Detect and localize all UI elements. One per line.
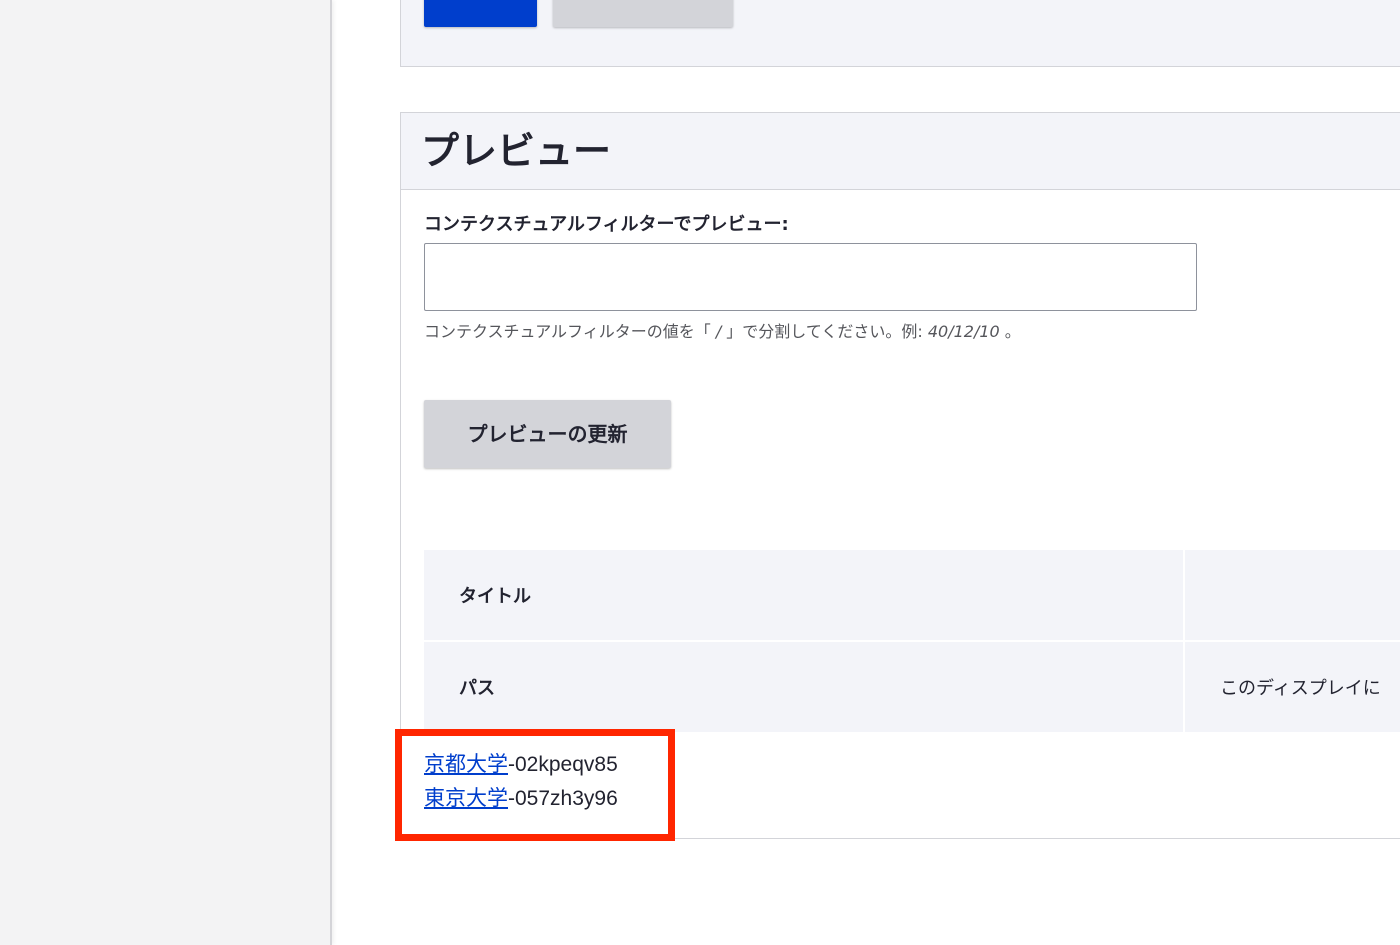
preview-header: プレビュー [401,113,1400,190]
left-sidebar [0,0,332,945]
help-example: 40/12/10 [927,322,1000,341]
help-separator: / [710,322,727,341]
result-link-tokyo[interactable]: 東京大学 [424,787,508,810]
table-row-path: パス このディスプレイに [424,641,1400,732]
update-preview-button[interactable]: プレビューの更新 [424,400,671,468]
help-text-prefix: コンテクスチュアルフィルターの値を「 [424,322,711,341]
table-row-value [1184,550,1400,642]
preview-results: 京都大学-02kpeqv85 東京大学-057zh3y96 [424,748,618,816]
result-suffix: -02kpeqv85 [508,753,618,776]
table-row-title: タイトル [424,550,1400,642]
list-item: 東京大学-057zh3y96 [424,782,618,816]
preview-info-table: タイトル パス このディスプレイに [424,550,1400,732]
list-item: 京都大学-02kpeqv85 [424,748,618,782]
table-row-label: タイトル [424,550,1185,642]
result-suffix: -057zh3y96 [508,787,618,810]
contextual-filter-input[interactable] [424,243,1197,311]
table-row-value: このディスプレイに [1184,641,1400,732]
preview-title: プレビュー [421,129,612,173]
form-actions-panel [400,0,1400,67]
help-text-middle: 」で分割してください。例: [726,322,928,341]
table-row-label: パス [424,641,1185,732]
contextual-filter-help: コンテクスチュアルフィルターの値を「 / 」で分割してください。例: 40/12… [424,320,1021,344]
help-text-suffix: 。 [999,322,1021,341]
contextual-filter-label: コンテクスチュアルフィルターでプレビュー: [424,214,789,235]
cancel-button[interactable] [553,0,733,27]
save-button[interactable] [424,0,537,27]
result-link-kyoto[interactable]: 京都大学 [424,753,508,776]
